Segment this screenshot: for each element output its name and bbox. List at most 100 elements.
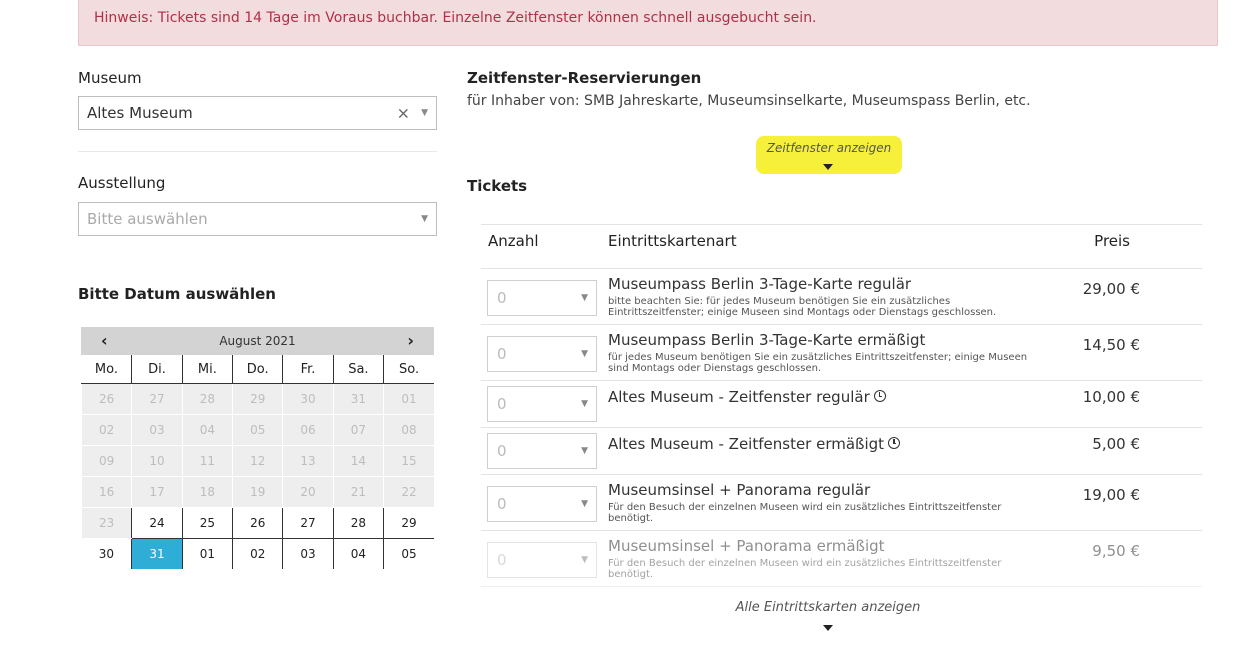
chevron-down-icon: ▼ (581, 349, 588, 359)
ticket-price: 5,00 € (1092, 435, 1140, 453)
calendar-day[interactable]: 05 (383, 538, 434, 569)
calendar-day: 26 (80, 383, 132, 415)
quantity-select[interactable]: 0 ▼ (487, 542, 597, 578)
weekday-label: Di. (131, 355, 183, 384)
clear-icon[interactable]: × (397, 104, 410, 123)
museum-select[interactable]: Altes Museum × ▼ (78, 96, 437, 130)
calendar-day: 03 (131, 414, 183, 446)
calendar-day: 09 (80, 445, 132, 477)
caret-down-icon[interactable] (823, 164, 833, 170)
calendar-day[interactable]: 27 (282, 507, 334, 539)
calendar-day: 28 (181, 383, 233, 415)
tickets-table-header: Anzahl Eintrittskartenart Preis (481, 224, 1202, 269)
show-all-tickets-link[interactable]: Alle Eintrittskarten anzeigen (700, 600, 956, 615)
quantity-value: 0 (497, 551, 507, 569)
calendar-day: 16 (80, 476, 132, 508)
calendar-day: 31 (332, 383, 384, 415)
quantity-select[interactable]: 0 ▼ (487, 386, 597, 422)
clock-icon (888, 437, 901, 449)
calendar-day[interactable]: 04 (332, 538, 384, 569)
ticket-name: Museumpass Berlin 3-Tage-Karte ermäßigt (608, 331, 925, 349)
ticket-note: bitte beachten Sie: für jedes Museum ben… (608, 296, 997, 318)
calendar-day: 18 (181, 476, 233, 508)
ticket-name: Museumsinsel + Panorama regulär (608, 481, 870, 499)
chevron-down-icon: ▼ (581, 446, 588, 456)
calendar-day[interactable]: 29 (383, 507, 434, 539)
calendar-day[interactable]: 31 (131, 538, 183, 569)
weekday-label: Sa. (332, 355, 384, 384)
calendar-day[interactable]: 25 (181, 507, 233, 539)
calendar-day: 17 (131, 476, 183, 508)
quantity-value: 0 (497, 442, 507, 460)
quantity-select[interactable]: 0 ▼ (487, 433, 597, 469)
prev-month-icon[interactable]: ‹ (101, 327, 108, 355)
calendar-day[interactable]: 24 (131, 507, 183, 539)
date-label: Bitte Datum auswählen (78, 285, 276, 303)
timeslot-title: Zeitfenster-Reservierungen (467, 69, 702, 87)
notice-banner: Hinweis: Tickets sind 14 Tage im Voraus … (78, 0, 1218, 46)
quantity-value: 0 (497, 345, 507, 363)
weekday-label: So. (383, 355, 434, 384)
calendar-day: 08 (383, 414, 434, 446)
show-timeslots-link[interactable]: Zeitfenster anzeigen (756, 141, 902, 155)
calendar-day: 15 (383, 445, 434, 477)
ticket-price: 29,00 € (1082, 280, 1140, 298)
divider (78, 151, 437, 152)
weekday-label: Fr. (282, 355, 334, 384)
ticket-note: für jedes Museum benötigen Sie ein zusät… (608, 352, 1028, 374)
calendar-day: 02 (80, 414, 132, 446)
ticket-name-text: Museumsinsel + Panorama regulär (608, 481, 871, 499)
calendar-day: 27 (131, 383, 183, 415)
exhibition-label: Ausstellung (78, 174, 166, 192)
calendar-day[interactable]: 30 (82, 539, 132, 570)
ticket-note: Für den Besuch der einzelnen Museen wird… (608, 502, 1002, 524)
ticket-row: 0 ▼ Museumsinsel + Panorama regulär Für den… (481, 475, 1202, 531)
col-qty: Anzahl (488, 232, 539, 250)
calendar-day[interactable]: 28 (332, 507, 384, 539)
calendar-day: 01 (383, 383, 434, 415)
tickets-table: Anzahl Eintrittskartenart Preis 0 ▼ Museum… (481, 224, 1202, 587)
timeslot-subtitle: für Inhaber von: SMB Jahreskarte, Museum… (467, 93, 1031, 109)
calendar-day: 10 (131, 445, 183, 477)
ticket-name-text: Museumsinsel + Panorama ermäßigt (608, 537, 885, 555)
quantity-select[interactable]: 0 ▼ (487, 336, 597, 372)
chevron-down-icon: ▼ (421, 108, 428, 118)
museum-select-value: Altes Museum (87, 104, 193, 122)
calendar-day: 13 (282, 445, 334, 477)
ticket-price: 10,00 € (1082, 388, 1140, 406)
chevron-down-icon: ▼ (581, 293, 588, 303)
calendar-grid: Mo. Di. Mi. Do. Fr. Sa. So. 26 27 28 29 30 31 01 02 03… (80, 355, 434, 570)
calendar-day[interactable]: 01 (181, 538, 233, 569)
calendar-day: 29 (232, 383, 283, 415)
ticket-note: Für den Besuch der einzelnen Museen wird… (608, 558, 1002, 580)
exhibition-select-placeholder: Bitte auswählen (87, 210, 208, 228)
chevron-down-icon: ▼ (581, 399, 588, 409)
col-price: Preis (1094, 232, 1130, 250)
ticket-name-text: Museumpass Berlin 3-Tage-Karte regulär (608, 275, 912, 293)
ticket-name-text: Altes Museum - Zeitfenster regulär (608, 388, 870, 406)
ticket-row: 0 ▼ Altes Museum - Zeitfenster ermäßigt 5,0… (481, 428, 1202, 475)
tickets-title: Tickets (467, 177, 528, 195)
ticket-price: 14,50 € (1082, 336, 1140, 354)
calendar-day: 12 (232, 445, 283, 477)
quantity-value: 0 (497, 395, 507, 413)
caret-down-icon[interactable] (823, 625, 833, 631)
quantity-select[interactable]: 0 ▼ (487, 486, 597, 522)
calendar-day[interactable]: 02 (232, 538, 283, 569)
calendar-day[interactable]: 03 (282, 538, 334, 569)
ticket-name: Museumpass Berlin 3-Tage-Karte regulär (608, 275, 911, 293)
calendar-day[interactable]: 26 (232, 507, 283, 539)
ticket-name: Museumsinsel + Panorama ermäßigt (608, 537, 885, 555)
calendar-day: 30 (282, 383, 334, 415)
chevron-down-icon: ▼ (421, 214, 428, 224)
ticket-name-text: Museumpass Berlin 3-Tage-Karte ermäßigt (608, 331, 926, 349)
calendar-day: 14 (332, 445, 384, 477)
exhibition-select[interactable]: Bitte auswählen ▼ (78, 202, 437, 236)
next-month-icon[interactable]: › (407, 327, 414, 355)
quantity-select[interactable]: 0 ▼ (487, 280, 597, 316)
ticket-row: 0 ▼ Museumpass Berlin 3-Tage-Karte regulär… (481, 269, 1202, 325)
calendar-day: 22 (383, 476, 434, 508)
calendar-day: 23 (80, 507, 132, 539)
calendar-day: 06 (282, 414, 334, 446)
clock-icon (873, 390, 886, 402)
